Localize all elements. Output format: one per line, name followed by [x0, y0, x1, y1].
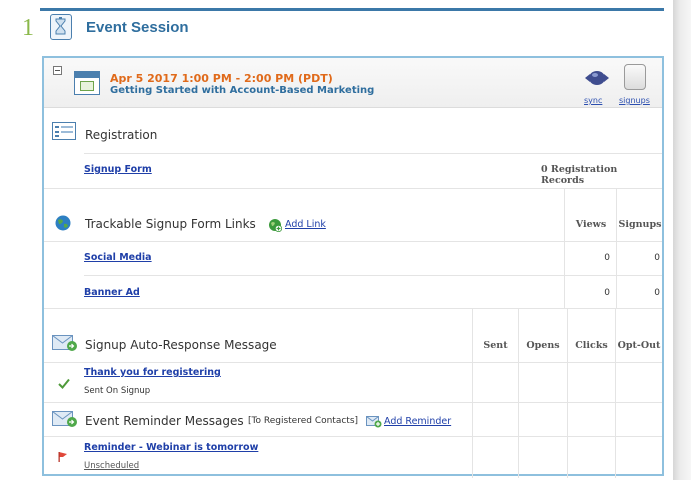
opens-column-header: Opens: [526, 340, 560, 351]
banner-ad-views: 0: [604, 288, 610, 298]
globe-icon: [55, 215, 71, 236]
calendar-icon: [74, 71, 100, 95]
signups-column-header: Signups: [618, 219, 662, 230]
views-column-header: Views: [575, 219, 607, 230]
hourglass-icon: [50, 14, 72, 40]
social-media-signups: 0: [654, 253, 660, 263]
column-divider: [616, 188, 617, 308]
reminder-message-link[interactable]: Reminder - Webinar is tomorrow: [84, 442, 258, 453]
divider: [44, 308, 662, 309]
add-reminder-button[interactable]: Add Reminder: [384, 416, 451, 427]
add-link-button[interactable]: Add Link: [285, 219, 326, 230]
window-edge-shadow: [673, 0, 691, 480]
banner-ad-signups: 0: [654, 288, 660, 298]
event-session-panel: Apr 5 2017 1:00 PM - 2:00 PM (PDT) Getti…: [42, 56, 664, 478]
form-icon: [52, 122, 76, 145]
auto-response-title: Signup Auto-Response Message: [85, 338, 277, 352]
column-divider: [615, 308, 616, 478]
sent-column-header: Sent: [483, 340, 508, 351]
column-divider: [518, 308, 519, 478]
divider: [84, 275, 662, 276]
clicks-column-header: Clicks: [575, 340, 608, 351]
signup-form-link[interactable]: Signup Form: [84, 164, 152, 175]
event-name: Getting Started with Account-Based Marke…: [110, 85, 375, 96]
reminder-messages-subtitle: [To Registered Contacts]: [248, 416, 359, 426]
signups-link[interactable]: signups: [619, 96, 650, 105]
auto-response-message-link[interactable]: Thank you for registering: [84, 367, 221, 378]
section-top-rule: [40, 8, 664, 11]
opt-out-column-header: Opt-Out: [617, 340, 661, 351]
divider: [44, 241, 662, 242]
sync-icon[interactable]: [584, 68, 610, 88]
divider: [44, 188, 662, 189]
step-number: 1: [22, 15, 34, 41]
event-header: Apr 5 2017 1:00 PM - 2:00 PM (PDT) Getti…: [44, 58, 662, 108]
registration-records-count: 0 Registration Records: [541, 164, 618, 186]
social-media-views: 0: [604, 253, 610, 263]
signups-icon[interactable]: [624, 64, 646, 90]
envelope-icon: [52, 334, 78, 357]
auto-response-status: Sent On Signup: [84, 386, 151, 396]
reminder-status-link[interactable]: Unscheduled: [84, 461, 139, 471]
divider: [44, 436, 662, 437]
sync-link[interactable]: sync: [584, 96, 602, 105]
divider: [44, 362, 662, 363]
reminder-messages-title: Event Reminder Messages: [85, 414, 244, 428]
column-divider: [472, 308, 473, 478]
trackable-links-title: Trackable Signup Form Links: [85, 217, 256, 231]
column-divider: [567, 308, 568, 478]
flag-icon: [57, 450, 69, 468]
registration-title: Registration: [85, 128, 158, 142]
checkmark-icon: [58, 376, 70, 394]
column-divider: [564, 188, 565, 308]
globe-add-icon[interactable]: [268, 218, 283, 237]
collapse-icon[interactable]: [53, 66, 62, 75]
envelope-add-icon[interactable]: [366, 415, 382, 433]
page-title: Event Session: [86, 19, 189, 36]
tracking-link-social-media[interactable]: Social Media: [84, 252, 152, 263]
envelope-icon: [52, 410, 78, 433]
divider: [44, 402, 662, 403]
tracking-link-banner-ad[interactable]: Banner Ad: [84, 287, 140, 298]
divider: [84, 153, 662, 154]
event-date-time: Apr 5 2017 1:00 PM - 2:00 PM (PDT): [110, 72, 333, 85]
